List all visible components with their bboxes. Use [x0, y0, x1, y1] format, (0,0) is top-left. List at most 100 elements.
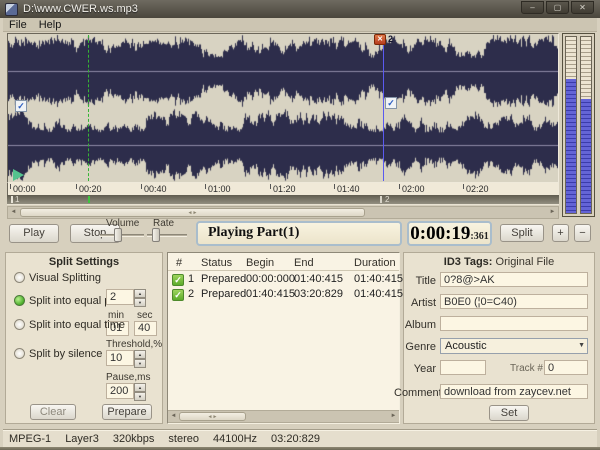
menu-file[interactable]: File [3, 19, 33, 31]
ruler-label: 01:00 [205, 184, 231, 194]
zoom-in-button[interactable]: + [552, 224, 569, 242]
split-marker-delete-icon[interactable]: ✕ [374, 34, 386, 45]
table-scroll-thumb[interactable]: ◄► [179, 412, 246, 421]
col-header-end[interactable]: End [294, 257, 314, 269]
album-field[interactable] [440, 316, 588, 331]
playback-status-text: Playing Part(1) [208, 225, 300, 240]
pause-label: Pause,ms [106, 372, 151, 383]
status-layer: Layer3 [65, 432, 99, 445]
parts-table-header[interactable]: # Status Begin End Duration [168, 255, 399, 271]
col-header-begin[interactable]: Begin [246, 257, 274, 269]
spin-down-icon[interactable]: ▼ [134, 392, 146, 401]
scroll-right-icon[interactable]: ► [388, 411, 399, 422]
scroll-left-icon[interactable]: ◄ [168, 411, 179, 422]
waveform-display[interactable] [7, 33, 559, 183]
parts-table: # Status Begin End Duration ✓ 1 Prepared… [167, 252, 403, 424]
minimize-button[interactable]: – [521, 1, 544, 14]
year-label: Year [413, 363, 436, 375]
cell-duration: 01:40:415 [354, 288, 403, 300]
app-window: D:\www.CWER.ws.mp3 – ▢ ✕ File Help ✕ 2 ✓… [0, 0, 600, 450]
set-button[interactable]: Set [489, 405, 529, 421]
clear-button[interactable]: Clear [30, 404, 76, 420]
waveform-scroll-thumb[interactable]: ◄► [20, 208, 365, 217]
split-point-check-icon[interactable]: ✓ [385, 97, 397, 109]
status-bar: MPEG-1 Layer3 320kbps stereo 44100Hz 03:… [3, 429, 597, 447]
year-field[interactable] [440, 360, 486, 375]
spin-up-icon[interactable]: ▲ [134, 289, 146, 298]
genre-dropdown[interactable]: Acoustic ▼ [440, 338, 588, 354]
cell-duration: 01:40:415 [354, 273, 403, 285]
cell-num: 2 [188, 288, 195, 300]
col-header-num[interactable]: # [176, 257, 182, 269]
time-main: 0:00:19 [410, 223, 471, 244]
threshold-label: Threshold,% [106, 339, 163, 350]
split-button[interactable]: Split [500, 224, 544, 242]
cell-end: 03:20:829 [294, 288, 343, 300]
ruler-label: 00:00 [10, 184, 36, 194]
play-button[interactable]: Play [9, 224, 59, 243]
volume-slider-thumb[interactable] [114, 228, 122, 242]
close-button[interactable]: ✕ [571, 1, 594, 14]
cell-end: 01:40:415 [294, 273, 343, 285]
menu-help[interactable]: Help [33, 19, 68, 31]
title-field[interactable] [440, 272, 588, 287]
spin-up-icon[interactable]: ▲ [134, 350, 146, 359]
artist-field[interactable] [440, 294, 588, 309]
col-header-duration[interactable]: Duration [354, 257, 396, 269]
table-scrollbar[interactable]: ◄ ◄► ► [168, 410, 399, 423]
status-duration: 03:20:829 [271, 432, 320, 445]
row-checkbox[interactable]: ✓ [172, 289, 184, 301]
id3-tags-panel: ID3 Tags: Original File Title Artist Alb… [394, 252, 595, 424]
threshold-stepper[interactable]: 10 ▲ ▼ [106, 350, 146, 368]
level-meter-left-channel [565, 36, 577, 214]
dropdown-arrow-icon[interactable]: ▼ [578, 342, 585, 349]
scroll-right-icon[interactable]: ► [547, 207, 558, 218]
seconds-field[interactable]: 40 [134, 321, 157, 336]
parts-position-strip[interactable]: 1 2 [7, 195, 559, 205]
title-bar[interactable]: D:\www.CWER.ws.mp3 – ▢ ✕ [0, 0, 600, 18]
track-label: Track # [510, 363, 543, 374]
radio-split-by-silence-label: Split by silence [29, 348, 103, 360]
playback-status-display: Playing Part(1) [196, 221, 402, 246]
volume-slider-track[interactable] [100, 234, 144, 237]
col-header-status[interactable]: Status [201, 257, 232, 269]
pause-value[interactable]: 200 [106, 383, 134, 399]
split-start-check-icon[interactable]: ✓ [15, 100, 27, 112]
radio-split-equal-time[interactable] [14, 319, 25, 330]
genre-value: Acoustic [445, 340, 487, 352]
spin-down-icon[interactable]: ▼ [134, 298, 146, 307]
table-row[interactable]: ✓ 2 Prepared 01:40:415 03:20:829 01:40:4… [168, 288, 403, 303]
cell-begin: 00:00:000 [246, 273, 295, 285]
waveform-scrollbar[interactable]: ◄ ◄► ► [7, 206, 559, 219]
rate-slider-thumb[interactable] [152, 228, 160, 242]
pause-stepper[interactable]: 200 ▲ ▼ [106, 383, 146, 401]
zoom-out-button[interactable]: − [574, 224, 591, 242]
split-point-tick [380, 196, 382, 203]
track-field[interactable] [544, 360, 588, 375]
spin-down-icon[interactable]: ▼ [134, 359, 146, 368]
ruler-label: 00:40 [141, 184, 167, 194]
level-meter-right-channel [580, 36, 592, 214]
maximize-button[interactable]: ▢ [546, 1, 569, 14]
threshold-value[interactable]: 10 [106, 350, 134, 366]
prepare-button[interactable]: Prepare [102, 404, 152, 420]
table-row[interactable]: ✓ 1 Prepared 00:00:000 01:40:415 01:40:4… [168, 273, 403, 288]
comment-field[interactable] [440, 384, 588, 399]
radio-split-by-silence[interactable] [14, 348, 25, 359]
spin-up-icon[interactable]: ▲ [134, 383, 146, 392]
part-number-1: 1 [15, 195, 20, 204]
split-marker-number: 2 [388, 34, 394, 44]
scroll-left-icon[interactable]: ◄ [8, 207, 19, 218]
split-point-line[interactable] [383, 35, 384, 181]
playback-start-marker[interactable] [13, 169, 24, 181]
radio-visual-splitting[interactable] [14, 272, 25, 283]
ruler-label: 02:20 [463, 184, 489, 194]
row-checkbox[interactable]: ✓ [172, 274, 184, 286]
parts-count-stepper[interactable]: 2 ▲ ▼ [106, 289, 146, 307]
time-display: 0:00:19:361 [407, 221, 492, 246]
radio-split-equal-parts[interactable] [14, 295, 25, 306]
parts-count-value[interactable]: 2 [106, 289, 134, 305]
split-settings-title: Split Settings [48, 256, 120, 268]
volume-label: Volume [106, 218, 140, 229]
waveform-canvas[interactable] [8, 34, 558, 182]
